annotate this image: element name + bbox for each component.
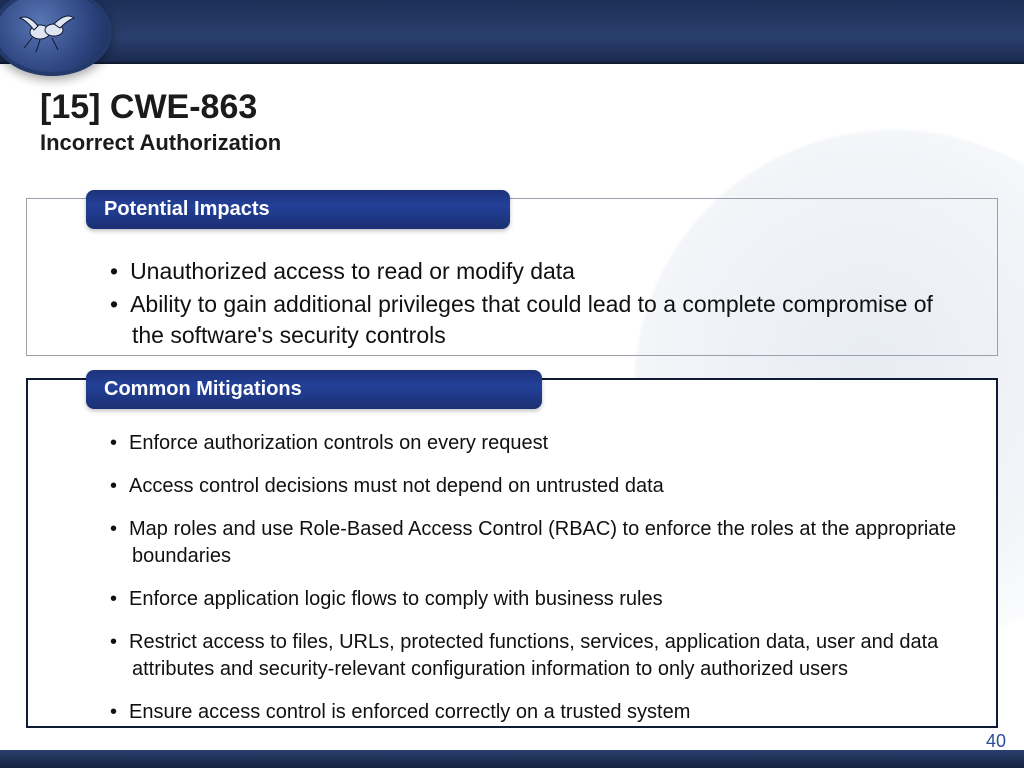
page-subtitle: Incorrect Authorization: [40, 130, 281, 156]
mitigations-item: Enforce application logic flows to compl…: [110, 586, 964, 613]
impacts-item: Ability to gain additional privileges th…: [110, 289, 954, 351]
mitigations-heading-pill: Common Mitigations: [86, 370, 542, 409]
slide: [15] CWE-863 Incorrect Authorization Pot…: [0, 0, 1024, 768]
mitigations-item: Enforce authorization controls on every …: [110, 430, 964, 457]
top-bar: [0, 0, 1024, 64]
impacts-heading-pill: Potential Impacts: [86, 190, 510, 229]
mitigations-item: Access control decisions must not depend…: [110, 473, 964, 500]
bottom-bar: [0, 750, 1024, 768]
mitigations-heading-label: Common Mitigations: [104, 378, 302, 400]
wasp-icon: [18, 4, 78, 54]
mitigations-list: Enforce authorization controls on every …: [110, 430, 964, 742]
impacts-heading-label: Potential Impacts: [104, 198, 270, 220]
mitigations-item: Restrict access to files, URLs, protecte…: [110, 629, 964, 683]
page-number: 40: [986, 731, 1006, 752]
mitigations-item: Ensure access control is enforced correc…: [110, 699, 964, 726]
impacts-list: Unauthorized access to read or modify da…: [110, 256, 954, 353]
impacts-item: Unauthorized access to read or modify da…: [110, 256, 954, 287]
page-title: [15] CWE-863: [40, 88, 257, 127]
logo-circle: [0, 0, 112, 76]
mitigations-item: Map roles and use Role-Based Access Cont…: [110, 516, 964, 570]
